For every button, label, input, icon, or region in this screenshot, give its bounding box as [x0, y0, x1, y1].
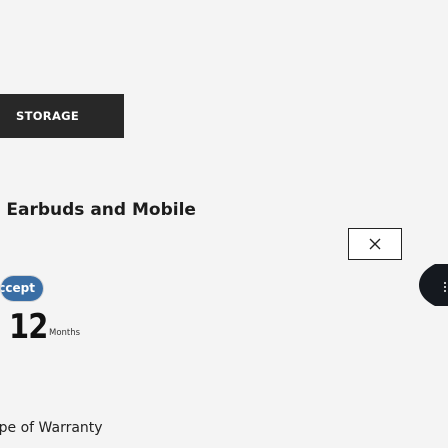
warranty-unit: Months — [49, 328, 81, 338]
accept-button-label: Accept — [1, 281, 35, 295]
close-icon — [369, 238, 381, 250]
page-title: , Earbuds and Mobile — [0, 200, 196, 220]
warranty-label: Type of Warranty — [0, 420, 103, 436]
slider-nav[interactable] — [415, 260, 448, 310]
chevron-left-icon — [419, 264, 448, 306]
tab-storage[interactable]: STORAGE — [0, 94, 124, 138]
warranty-value: 12 — [9, 307, 48, 347]
close-button[interactable] — [348, 228, 402, 260]
tab-storage-label: STORAGE — [16, 109, 80, 123]
accept-button[interactable]: Accept — [0, 275, 44, 302]
